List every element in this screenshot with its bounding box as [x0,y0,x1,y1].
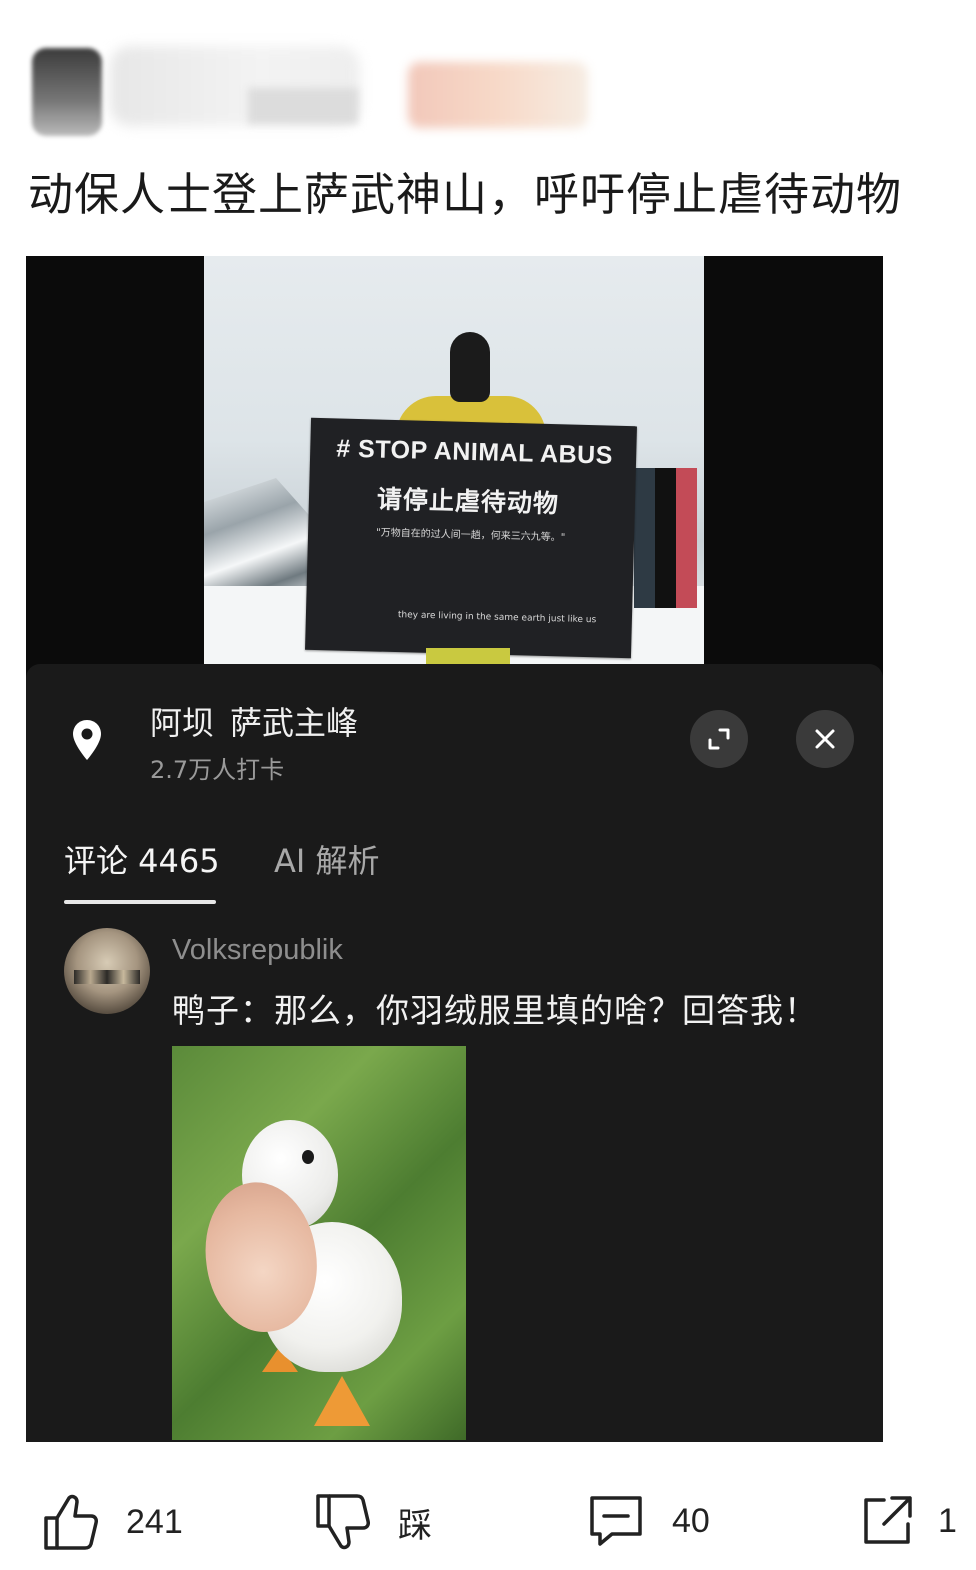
active-tab-indicator [64,900,216,904]
dislike-label: 踩 [398,1506,432,1545]
thumbs-up-icon [44,1494,98,1550]
comment-icon [590,1496,642,1546]
post-screenshot[interactable]: # STOP ANIMAL ABUS 请停止虐待动物 "万物自在的过人间一趟，何… [26,256,883,1442]
protest-photo[interactable]: # STOP ANIMAL ABUS 请停止虐待动物 "万物自在的过人间一趟，何… [204,256,704,664]
post-action-bar: 241 踩 40 1 [0,1470,976,1570]
author-meta-blurred [248,88,358,124]
banner-headline: # STOP ANIMAL ABUS [335,434,614,470]
comment-duck-image[interactable] [172,1046,466,1440]
expand-icon [708,728,730,750]
background-hikers [634,468,704,608]
post-title: 动保人士登上萨武神山，呼吁停止虐待动物 [28,168,903,221]
duck-foot [314,1376,370,1426]
share-icon [864,1496,912,1544]
location-pin-icon [73,720,101,760]
author-avatar-blurred[interactable] [32,48,102,136]
person-head [450,332,490,402]
location-title[interactable]: 阿坝 萨武主峰 [150,698,358,744]
comment-button[interactable]: 40 [586,1492,710,1550]
location-comment-panel: 阿坝 萨武主峰 2.7万人打卡 评论 4465 AI 解析 Volksrepub… [26,664,883,1442]
duck-eye [302,1150,314,1164]
close-button[interactable] [796,710,854,768]
expand-button[interactable] [690,710,748,768]
banner-chinese-slogan: 请停止虐待动物 [376,484,560,519]
tab-comments[interactable]: 评论 4465 [64,836,220,882]
comment-text: 鸭子：那么，你羽绒服里填的啥？回答我！ [172,991,818,1030]
location-peak: 萨武主峰 [230,704,359,742]
banner-footer: they are living in the same earth just l… [397,610,597,626]
share-count: 1 [938,1501,957,1540]
location-region: 阿坝 [150,704,215,742]
dislike-button[interactable]: 踩 [314,1492,432,1552]
close-icon [815,729,835,749]
post-header [0,0,976,150]
thumbs-down-icon [316,1494,370,1550]
person-legs [426,648,510,664]
tab-ai-analysis[interactable]: AI 解析 [274,836,380,882]
author-badge-blurred [408,62,588,128]
comment-count: 40 [672,1501,710,1540]
commenter-avatar[interactable] [64,928,150,1014]
banner-quote: "万物自在的过人间一趟，何来三六九等。" [375,527,566,544]
location-checkins: 2.7万人打卡 [150,756,285,784]
share-button[interactable]: 1 [858,1492,957,1550]
commenter-username[interactable]: Volksrepublik [172,934,343,967]
protest-banner: # STOP ANIMAL ABUS 请停止虐待动物 "万物自在的过人间一趟，何… [305,417,637,659]
like-count: 241 [126,1502,183,1541]
like-button[interactable]: 241 [42,1492,183,1552]
